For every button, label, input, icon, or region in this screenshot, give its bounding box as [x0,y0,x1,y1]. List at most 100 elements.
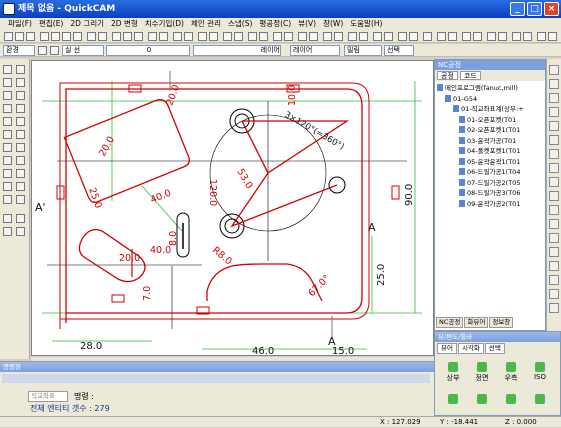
nc-icon[interactable] [462,32,471,41]
mirror-icon[interactable] [398,32,407,41]
tab-select[interactable]: 선택 [484,343,505,354]
tree-item[interactable]: 04-폴켓포켓1(T01 [437,146,543,157]
zoom-in-icon[interactable] [112,32,121,41]
vertical-line-icon[interactable] [3,91,12,100]
tool-icon[interactable] [549,107,559,117]
snap-icon[interactable] [184,32,193,41]
rectangle-icon[interactable] [323,32,332,41]
break-icon[interactable] [16,169,25,178]
tree-item[interactable]: 01-G54 [437,94,543,105]
trim-tool-icon[interactable] [3,169,12,178]
tab-nc-process[interactable]: NC공정 [436,317,464,328]
command-prompt[interactable]: 명령 : [74,391,94,402]
dim-radius-icon[interactable] [3,227,12,236]
tab-viewer[interactable]: 화뷰어 [464,317,489,328]
color-icon[interactable] [50,46,59,55]
arc-tool-icon[interactable] [16,130,25,139]
tool-icon[interactable] [549,149,559,159]
polyline-icon[interactable] [284,32,293,41]
tab-process[interactable]: 공정 [437,71,458,80]
parallel-icon[interactable] [3,104,12,113]
extend-icon[interactable] [359,32,368,41]
redraw-icon[interactable] [159,32,168,41]
view-extra-button[interactable] [499,394,523,405]
tool-icon[interactable] [549,289,559,299]
new-file-icon[interactable] [4,32,13,41]
menu-file[interactable]: 파일(F) [8,18,32,30]
measure-icon[interactable] [198,32,207,41]
cross-icon[interactable] [16,182,25,191]
cut-icon[interactable] [51,32,60,41]
menu-2d-transform[interactable]: 2D 변형 [111,18,138,30]
ellipse-icon[interactable] [334,32,343,41]
tree-item[interactable]: 06-드릴가공1(T04 [437,167,543,178]
slot-icon[interactable] [3,143,12,152]
layer-icon[interactable] [209,32,218,41]
tool-icon[interactable] [549,303,559,313]
trim-icon[interactable] [348,32,357,41]
view-right-button[interactable]: 우측 [499,362,523,383]
menu-2d-draw[interactable]: 2D 그리기 [70,18,104,30]
copy-icon[interactable] [62,32,71,41]
hatch-icon[interactable] [248,32,257,41]
ellipse-tool-icon[interactable] [3,156,12,165]
tree-item[interactable]: 01-오픈포켓(T01 [437,115,543,126]
tool-icon[interactable] [549,233,559,243]
chain-icon[interactable] [259,32,268,41]
tree-item[interactable]: 03-윤곽가공(T01 [437,136,543,147]
settings-icon[interactable] [548,32,557,41]
offset-tool-icon[interactable] [16,156,25,165]
layer-select[interactable]: 레이어 [290,45,340,56]
tree-item[interactable]: 08-드릴가공3(T06 [437,188,543,199]
tool-icon[interactable] [549,79,559,89]
chamfer-icon[interactable] [384,32,393,41]
text-icon[interactable] [234,32,243,41]
post-icon[interactable] [473,32,482,41]
dimension-icon[interactable] [223,32,232,41]
view-iso-icon[interactable] [512,32,521,41]
tree-item[interactable]: 05-윤곽윤곽1(T01 [437,157,543,168]
tool-icon[interactable] [549,135,559,145]
tree-item[interactable]: 07-드릴가공2(T05 [437,178,543,189]
view-iso-button[interactable]: ISO [528,362,552,381]
view-extra-button[interactable] [441,394,465,405]
view-extra-button[interactable] [528,394,552,405]
dim-line-icon[interactable] [16,91,25,100]
shade-icon[interactable] [523,32,532,41]
menu-chain[interactable]: 체인 관리 [191,18,221,30]
grid-icon[interactable] [173,32,182,41]
arc-icon[interactable] [309,32,318,41]
minimize-button[interactable]: _ [510,2,525,16]
menu-dimension[interactable]: 치수기입(D) [145,18,184,30]
env-field[interactable]: 환경 [3,45,35,56]
tool-icon[interactable] [549,177,559,187]
fillet-icon[interactable] [373,32,382,41]
tab-viewer2[interactable]: 뷰어 [437,343,457,354]
toolpath-icon[interactable] [437,32,446,41]
menu-snap[interactable]: 스냅(S) [228,18,252,30]
tree-item[interactable]: 01-직교좌표계(상부:+ [437,104,543,115]
line-icon[interactable] [273,32,282,41]
layer-line-select[interactable]: 레이어 [193,45,281,56]
tool-icon[interactable] [549,191,559,201]
tool-icon[interactable] [549,65,559,75]
wireframe-icon[interactable] [537,32,546,41]
dim-angle-icon[interactable] [16,227,25,236]
offset-icon[interactable] [423,32,432,41]
view-front-icon[interactable] [498,32,507,41]
close-button[interactable]: × [544,2,559,16]
line-tool-icon[interactable] [16,78,25,87]
redo-icon[interactable] [98,32,107,41]
simulate-icon[interactable] [448,32,457,41]
lightbulb-icon[interactable] [38,46,47,55]
tree-item[interactable]: 02-오픈포켓1(T01 [437,125,543,136]
fillet-tool-icon[interactable] [3,182,12,191]
tab-info[interactable]: 정보창 [489,317,514,328]
linestyle-field[interactable]: 실 선 [62,45,104,56]
tool-icon[interactable] [549,219,559,229]
polygon-icon[interactable] [16,117,25,126]
menu-help[interactable]: 도움말(H) [350,18,382,30]
view-top-button[interactable]: 상부 [441,362,465,383]
tool-icon[interactable] [549,121,559,131]
zoom-fit-icon[interactable] [134,32,143,41]
